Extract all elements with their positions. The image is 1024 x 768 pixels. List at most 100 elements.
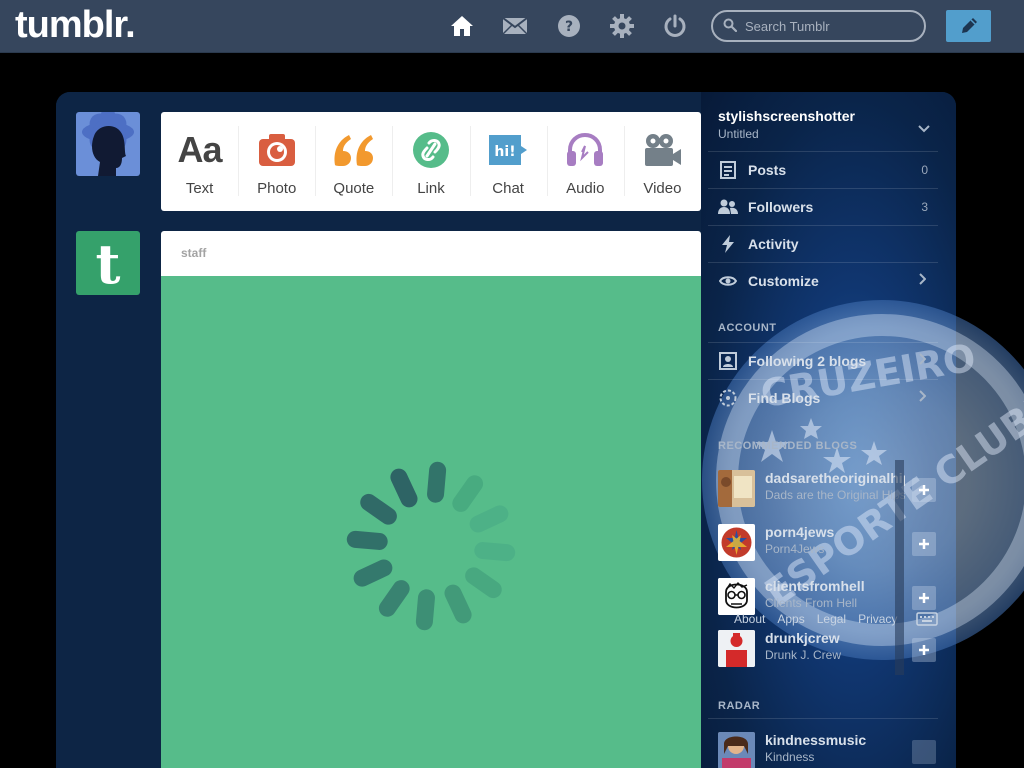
followers-icon (708, 199, 748, 215)
lightning-icon (708, 235, 748, 253)
post-audio-button[interactable]: Audio (546, 112, 624, 211)
dashboard-post: staff (161, 231, 701, 768)
chevron-right-icon (919, 389, 927, 407)
sidebar-item-label: Customize (748, 273, 819, 289)
post-video-button[interactable]: Video (623, 112, 701, 211)
footer-links: About Apps Legal Privacy (734, 612, 909, 626)
post-type-label: Photo (257, 180, 297, 197)
power-icon[interactable] (662, 13, 688, 39)
post-chat-button[interactable]: hi! Chat (469, 112, 547, 211)
account-section-title: ACCOUNT (718, 322, 777, 334)
search-box[interactable] (711, 10, 926, 42)
recommended-section-title: RECOMMENDED BLOGS (718, 440, 858, 452)
follow-button[interactable] (912, 638, 936, 662)
blog-name[interactable]: porn4jews (765, 524, 905, 540)
video-camera-icon (642, 130, 682, 170)
headphones-icon (565, 130, 605, 170)
compass-icon (708, 389, 748, 407)
posts-icon (708, 161, 748, 179)
post-type-label: Audio (566, 180, 605, 197)
settings-icon[interactable] (609, 13, 635, 39)
post-author[interactable]: staff (161, 231, 701, 276)
recommended-blog[interactable]: dadsaretheoriginalhipster Dads are the O… (718, 470, 938, 512)
svg-text:hi!: hi! (495, 144, 516, 160)
blog-name[interactable]: drunkjcrew (765, 630, 905, 646)
blog-name[interactable]: kindnessmusic (765, 732, 905, 748)
blog-avatar[interactable] (718, 732, 755, 768)
post-type-selector: Aa Text Photo Quote Link hi! Chat Audio (161, 112, 701, 211)
post-photo-button[interactable]: Photo (238, 112, 315, 211)
plus-icon (919, 485, 929, 495)
mail-icon[interactable] (502, 13, 528, 39)
radar-divider (708, 718, 938, 719)
sidebar-item-following[interactable]: Following 2 blogs (708, 342, 938, 379)
footer-link-privacy[interactable]: Privacy (858, 612, 897, 626)
blog-avatar[interactable] (718, 470, 755, 507)
blog-name[interactable]: clientsfromhell (765, 578, 905, 594)
sidebar-item-find-blogs[interactable]: Find Blogs (708, 379, 938, 416)
sidebar-item-label: Activity (748, 236, 799, 252)
post-type-label: Chat (492, 180, 524, 197)
sidebar-item-label: Find Blogs (748, 390, 821, 406)
footer-link-apps[interactable]: Apps (777, 612, 804, 626)
footer-link-legal[interactable]: Legal (817, 612, 846, 626)
blog-title: Kindness (765, 750, 815, 764)
following-icon (708, 352, 748, 370)
sidebar-item-posts[interactable]: Posts 0 (708, 151, 938, 188)
post-type-label: Quote (333, 180, 375, 197)
follow-button[interactable] (912, 532, 936, 556)
followers-count: 3 (921, 200, 928, 214)
sidebar-item-label: Following 2 blogs (748, 353, 867, 369)
footer-link-about[interactable]: About (734, 612, 765, 626)
chat-icon: hi! (487, 130, 529, 170)
sidebar-item-label: Posts (748, 162, 787, 178)
search-icon (723, 18, 738, 37)
top-bar: tumblr. ? (0, 0, 1024, 53)
blog-avatar[interactable] (718, 524, 755, 561)
post-quote-button[interactable]: Quote (315, 112, 392, 211)
search-input[interactable] (745, 17, 915, 35)
blog-name[interactable]: dadsaretheoriginalhipster (765, 470, 905, 486)
sidebar-item-label: Followers (748, 199, 814, 215)
post-link-button[interactable]: Link (392, 112, 469, 211)
plus-icon (919, 645, 929, 655)
plus-icon (919, 593, 929, 603)
help-icon[interactable]: ? (556, 13, 582, 39)
chevron-right-icon (919, 352, 927, 370)
blog-title: Dads are the Original Hipster (765, 488, 905, 502)
follow-button[interactable] (912, 586, 936, 610)
quote-icon (333, 130, 375, 170)
blog-name: stylishscreenshotter (718, 108, 855, 124)
chevron-down-icon[interactable] (918, 120, 930, 138)
follow-button[interactable] (912, 740, 936, 764)
radar-blog[interactable]: kindnessmusic Kindness (718, 732, 938, 768)
radar-section-title: RADAR (718, 700, 761, 712)
blog-avatar[interactable] (718, 630, 755, 667)
blog-title: Porn4Jews (765, 542, 825, 556)
sidebar-item-customize[interactable]: Customize (708, 262, 938, 299)
compose-button[interactable] (946, 10, 991, 42)
staff-avatar[interactable]: t (76, 231, 140, 295)
home-icon[interactable] (449, 13, 475, 39)
spinner-icon (346, 461, 516, 631)
recommended-blog[interactable]: porn4jews Porn4Jews (718, 524, 938, 566)
keyboard-icon[interactable] (916, 612, 938, 631)
blog-avatar[interactable] (718, 578, 755, 615)
post-type-label: Link (417, 180, 445, 197)
blog-title: Drunk J. Crew (765, 648, 842, 662)
blog-title: Untitled (718, 127, 759, 141)
sidebar-item-followers[interactable]: Followers 3 (708, 188, 938, 225)
tumblr-logo[interactable]: tumblr. (15, 4, 136, 47)
sidebar-item-activity[interactable]: Activity (708, 225, 938, 262)
eye-icon (708, 275, 748, 287)
follow-button[interactable] (912, 478, 936, 502)
recommended-blog[interactable]: drunkjcrew Drunk J. Crew (718, 630, 938, 672)
blog-switcher[interactable]: stylishscreenshotter Untitled (718, 108, 938, 141)
post-media[interactable] (161, 276, 701, 768)
post-text-button[interactable]: Aa Text (161, 112, 238, 211)
blog-title: Clients From Hell (765, 596, 858, 610)
posts-count: 0 (921, 163, 928, 177)
user-avatar[interactable] (76, 112, 140, 176)
plus-icon (919, 539, 929, 549)
scroll-strip (895, 460, 904, 675)
